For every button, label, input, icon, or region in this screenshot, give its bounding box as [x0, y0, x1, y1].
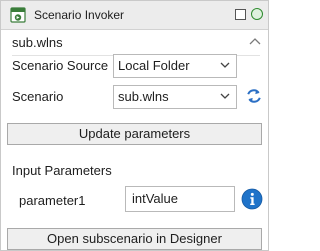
title-bar: Scenario Invoker — [1, 1, 268, 30]
parameter-value-text: intValue — [132, 191, 179, 206]
scenario-source-value: Local Folder — [118, 58, 190, 73]
scenario-invoker-panel: Scenario Invoker sub.wlns Scenario Sourc… — [0, 0, 269, 251]
scenario-value: sub.wlns — [118, 89, 169, 104]
parameter-name-label: parameter1 — [19, 193, 86, 208]
scenario-file-name: sub.wlns — [12, 30, 260, 56]
input-parameters-heading: Input Parameters — [12, 163, 112, 178]
parameter-value-field[interactable]: intValue — [125, 186, 235, 212]
info-icon[interactable] — [241, 188, 263, 210]
scenario-select[interactable]: sub.wlns — [113, 85, 237, 109]
scenario-source-select[interactable]: Local Folder — [113, 54, 237, 78]
open-subscenario-button[interactable]: Open subscenario in Designer — [7, 228, 262, 250]
refresh-icon[interactable] — [245, 86, 263, 106]
chevron-up-icon[interactable] — [249, 36, 261, 46]
update-parameters-button[interactable]: Update parameters — [7, 123, 262, 145]
window-status-button[interactable] — [251, 8, 263, 20]
scenario-app-icon — [10, 7, 26, 23]
window-title: Scenario Invoker — [34, 8, 125, 22]
scenario-source-label: Scenario Source — [12, 58, 109, 73]
window-mode-button[interactable] — [235, 9, 246, 20]
scenario-label: Scenario — [12, 89, 64, 104]
chevron-down-icon — [220, 62, 230, 68]
chevron-down-icon — [220, 93, 230, 99]
